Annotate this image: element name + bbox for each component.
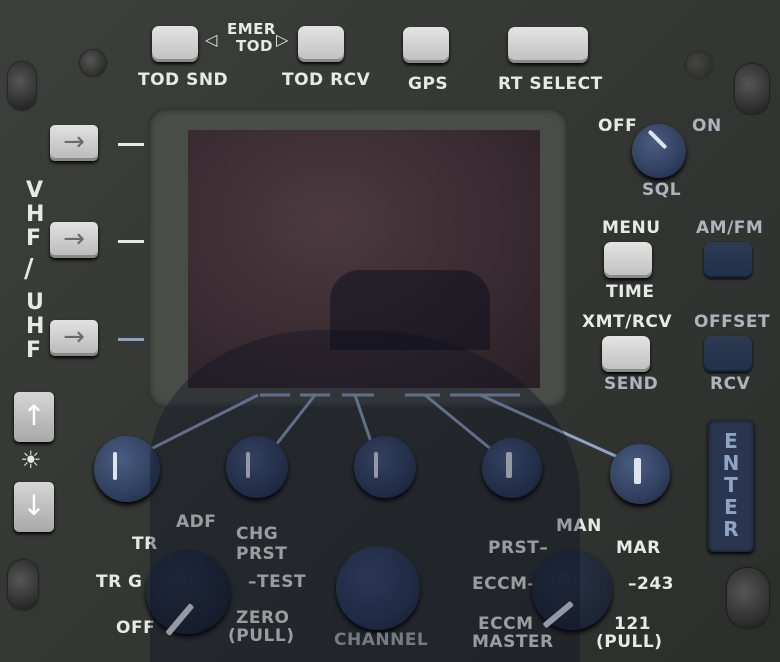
canopy-shadow-frame <box>330 270 490 350</box>
freq-pull-label: (PULL) <box>596 632 663 652</box>
freq-121-label: 121 <box>614 614 651 634</box>
mode-g-label: G <box>128 572 143 592</box>
radio-control-panel: TOD SND EMER TOD ◁ ▷ TOD RCV GPS RT SELE… <box>0 0 780 662</box>
freq-243-label: –243 <box>628 574 674 594</box>
canopy-shadow <box>150 330 580 662</box>
mode-tr-g-label: TR <box>96 572 122 592</box>
softkey-knob-5-pointer <box>634 458 641 484</box>
softkey-knob-1-pointer <box>113 452 117 480</box>
softkey-knob-5[interactable] <box>610 444 670 504</box>
freq-mar-label: MAR <box>616 538 661 558</box>
